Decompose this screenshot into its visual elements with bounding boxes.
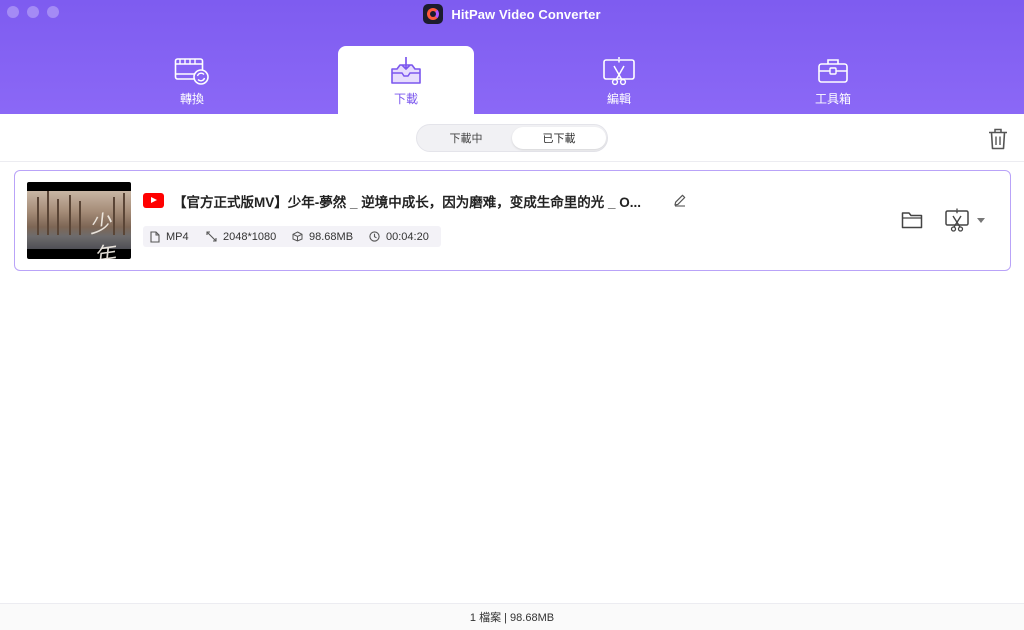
open-folder-icon[interactable] (901, 211, 923, 229)
thumbnail-calligraphy: 少年 (87, 210, 118, 259)
main-tabs: 轉換 下載 編輯 工具箱 (0, 46, 1024, 114)
tab-toolbox[interactable]: 工具箱 (765, 46, 901, 114)
download-status-toggle: 下載中 已下載 (416, 124, 608, 152)
status-footer: 1 檔案 | 98.68MB (0, 603, 1024, 630)
video-thumbnail[interactable]: 少年 (27, 182, 131, 259)
tab-edit-label: 編輯 (606, 92, 631, 106)
meta-size: 98.68MB (292, 231, 369, 243)
video-meta-bar: MP4 2048*1080 98.68MB 00:04:20 (143, 226, 441, 247)
download-item-card[interactable]: 少年 【官方正式版MV】少年-夢然 _ 逆境中成长，因为磨难，变成生命里的光 _… (14, 170, 1011, 271)
film-convert-icon (174, 58, 209, 85)
tab-download-label: 下載 (393, 92, 418, 106)
tab-edit[interactable]: 編輯 (551, 46, 687, 114)
video-title: 【官方正式版MV】少年-夢然 _ 逆境中成长，因为磨难，变成生命里的光 _ O.… (173, 195, 642, 210)
download-tray-icon (391, 57, 421, 84)
app-title: HitPaw Video Converter (451, 6, 601, 22)
box-size-icon (292, 231, 303, 242)
toolbox-icon (818, 59, 848, 83)
meta-format: MP4 (150, 231, 206, 243)
meta-format-text: MP4 (166, 230, 189, 243)
edit-video-icon[interactable] (944, 208, 970, 232)
edit-cut-icon (603, 57, 635, 86)
rename-pencil-icon[interactable] (673, 193, 687, 207)
tab-download[interactable]: 下載 (338, 46, 474, 114)
chevron-down-icon[interactable] (977, 218, 985, 223)
clock-icon (369, 231, 380, 242)
meta-resolution-text: 2048*1080 (223, 230, 277, 243)
meta-duration: 00:04:20 (369, 231, 429, 243)
app-header: HitPaw Video Converter 轉換 下載 編輯 工具箱 (0, 0, 1024, 114)
thumbnail-scene: 少年 (27, 191, 131, 259)
segment-downloading[interactable]: 下載中 (419, 127, 513, 149)
resolution-icon (206, 231, 217, 242)
trash-icon[interactable] (988, 128, 1008, 150)
file-icon (150, 230, 160, 243)
tab-toolbox-label: 工具箱 (814, 92, 851, 106)
tab-convert-label: 轉換 (179, 92, 204, 106)
meta-resolution: 2048*1080 (206, 231, 292, 243)
meta-duration-text: 00:04:20 (386, 230, 429, 243)
footer-status-text: 1 檔案 | 98.68MB (469, 612, 555, 624)
segment-downloaded[interactable]: 已下載 (512, 127, 606, 149)
download-subbar: 下載中 已下載 (0, 114, 1024, 162)
title-bar: HitPaw Video Converter (0, 4, 1024, 24)
app-logo-icon (423, 4, 444, 24)
tab-convert[interactable]: 轉換 (124, 46, 260, 114)
youtube-icon (143, 193, 164, 208)
meta-size-text: 98.68MB (309, 230, 354, 243)
